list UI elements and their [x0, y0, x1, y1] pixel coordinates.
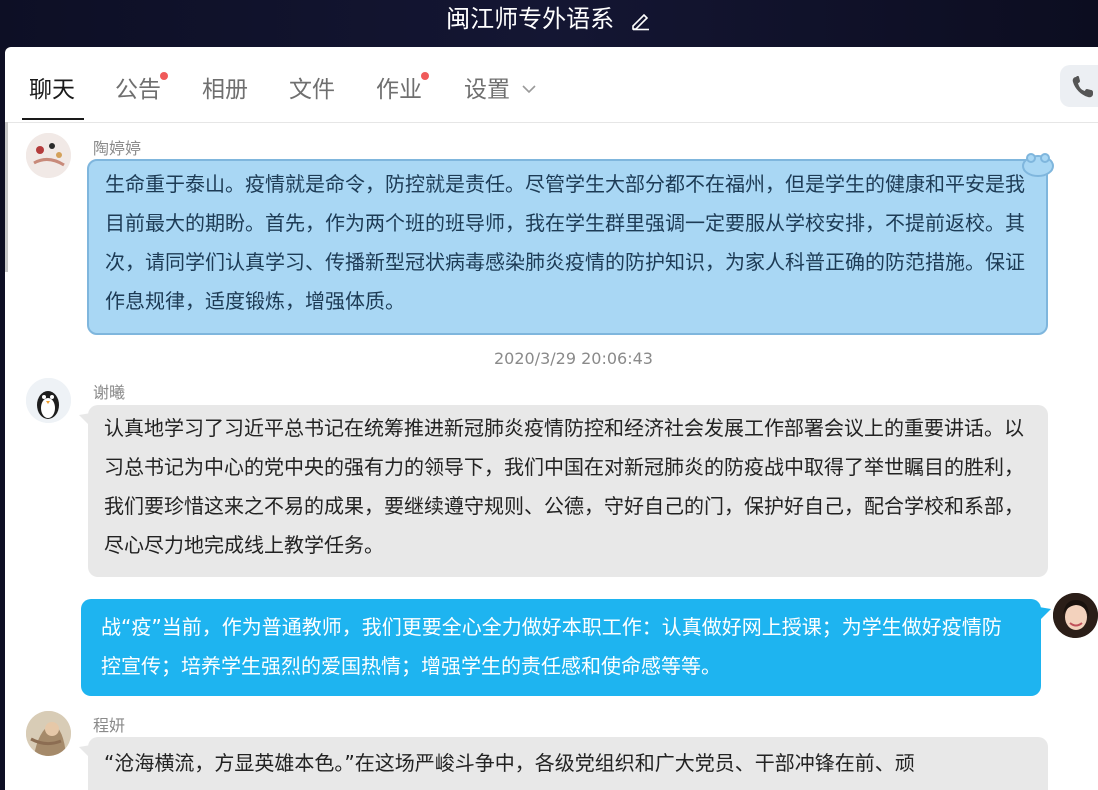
message-list: 陶婷婷 生命重于泰山。疫情就是命令，防控就是责任。尽管学生大部分都不在福州，但是… — [5, 123, 1098, 790]
bubble-tail — [79, 745, 91, 759]
self-avatar[interactable] — [1053, 593, 1098, 638]
sender-name: 陶婷婷 — [93, 139, 142, 158]
message-bubble[interactable]: “沧海横流，方显英雄本色。”在这场严峻斗争中，各级党组织和广大党员、干部冲锋在前… — [88, 737, 1048, 790]
message-timestamp: 2020/3/29 20:06:43 — [494, 349, 653, 368]
bubble-decoration-icon — [1022, 153, 1054, 177]
avatar[interactable] — [26, 378, 71, 423]
message-text: 认真地学习了习近平总书记在统筹推进新冠肺炎疫情防控和经济社会发展工作部署会议上的… — [104, 416, 1024, 557]
message-bubble[interactable]: 生命重于泰山。疫情就是命令，防控就是责任。尽管学生大部分都不在福州，但是学生的健… — [87, 159, 1048, 335]
avatar-image — [26, 711, 71, 756]
announcement-badge — [160, 72, 168, 80]
message-text: “沧海横流，方显英雄本色。”在这场严峻斗争中，各级党组织和广大党员、干部冲锋在前… — [104, 751, 915, 775]
avatar-image — [1053, 593, 1098, 638]
tab-bar: 聊天 公告 相册 文件 作业 设置 — [5, 47, 1098, 123]
sender-name: 谢曦 — [93, 383, 126, 402]
message-text: 生命重于泰山。疫情就是命令，防控就是责任。尽管学生大部分都不在福州，但是学生的健… — [105, 172, 1025, 313]
chat-window: 聊天 公告 相册 文件 作业 设置 陶婷婷 生命重于泰山。疫情就是命令，防控就是… — [5, 47, 1098, 790]
edit-icon[interactable] — [630, 9, 652, 31]
chevron-down-icon[interactable] — [521, 83, 537, 95]
window-title-wrap: 闽江师专外语系 — [0, 2, 1098, 36]
call-button[interactable] — [1060, 65, 1098, 107]
message-text: 战“疫”当前，作为普通教师，我们更要全心全力做好本职工作：认真做好网上授课；为学… — [101, 615, 1002, 678]
avatar-image — [26, 133, 71, 178]
message-bubble-self[interactable]: 战“疫”当前，作为普通教师，我们更要全心全力做好本职工作：认真做好网上授课；为学… — [81, 599, 1041, 696]
tab-homework[interactable]: 作业 — [376, 74, 422, 106]
title-bar: 闽江师专外语系 — [0, 0, 1098, 47]
bubble-tail — [79, 413, 91, 427]
tab-settings[interactable]: 设置 — [464, 74, 510, 106]
avatar[interactable] — [26, 133, 71, 178]
tab-chat[interactable]: 聊天 — [29, 74, 75, 106]
sender-name: 程妍 — [93, 716, 126, 735]
tab-announcement[interactable]: 公告 — [115, 74, 161, 106]
bubble-tail — [1039, 607, 1051, 621]
tab-files[interactable]: 文件 — [289, 74, 335, 106]
homework-badge — [421, 72, 429, 80]
avatar-image — [26, 378, 71, 423]
tab-album[interactable]: 相册 — [202, 74, 248, 106]
phone-icon — [1072, 76, 1093, 98]
group-title: 闽江师专外语系 — [446, 5, 615, 33]
message-bubble[interactable]: 认真地学习了习近平总书记在统筹推进新冠肺炎疫情防控和经济社会发展工作部署会议上的… — [88, 405, 1048, 577]
active-tab-indicator — [22, 118, 84, 120]
avatar[interactable] — [26, 711, 71, 756]
